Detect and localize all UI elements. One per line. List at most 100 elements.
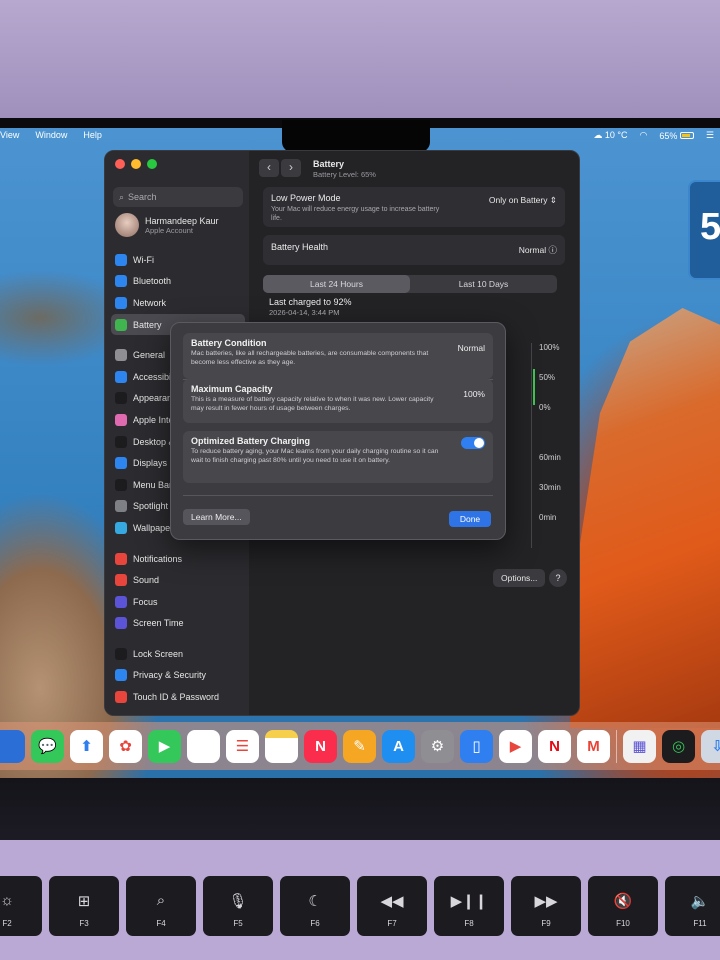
menu-help[interactable]: Help <box>83 130 102 140</box>
menu-window[interactable]: Window <box>35 130 67 140</box>
app-store-icon[interactable]: A <box>382 730 415 763</box>
info-icon[interactable]: ⓘ <box>548 245 557 255</box>
sidebar-item-touch-id-password[interactable]: Touch ID & Password <box>111 686 245 708</box>
sidebar-item-wi-fi[interactable]: Wi-Fi <box>111 249 245 271</box>
key-f8[interactable]: ▶❙❙ F8 <box>434 876 504 936</box>
sidebar-item-label: Privacy & Security <box>133 670 207 681</box>
key-f3[interactable]: ⊞ F3 <box>49 876 119 936</box>
search-input[interactable]: ⌕ Search <box>113 187 243 207</box>
gmail-icon[interactable]: M <box>577 730 610 763</box>
time-range-tabs: Last 24 Hours Last 10 Days <box>263 275 557 293</box>
sidebar-item-icon <box>115 552 127 565</box>
key-f2[interactable]: ☼ F2 <box>0 876 42 936</box>
reminders-icon[interactable]: ☰ <box>226 730 259 763</box>
sidebar-item-label: Network <box>133 297 167 308</box>
sidebar-item-notifications[interactable]: Notifications <box>111 548 245 570</box>
wifi-icon[interactable]: ◠ <box>640 130 648 141</box>
key-f7[interactable]: ◀◀ F7 <box>357 876 427 936</box>
system-settings-icon[interactable]: ⚙ <box>421 730 454 763</box>
options-button[interactable]: Options... <box>493 569 546 587</box>
battery-health-row[interactable]: Battery Health Normal ⓘ <box>263 235 565 265</box>
battery-condition-title: Battery Condition <box>191 338 267 348</box>
key-f10[interactable]: 🔇 F10 <box>588 876 658 936</box>
sidebar-item-icon <box>115 253 127 266</box>
tab-last-24-hours[interactable]: Last 24 Hours <box>263 275 410 293</box>
sidebar-item-screen-time[interactable]: Screen Time <box>111 613 245 635</box>
sidebar-item-label: Battery <box>133 319 162 330</box>
function-keys: ☼ F2 ⊞ F3 ⌕ F4 🎙 F5 ☾ F6 ◀◀ F7 ▶❙❙ F8 ▶▶ F9 🔇 F10 🔈 F11 <box>0 876 720 936</box>
notes-icon[interactable] <box>265 730 298 763</box>
app-folder-icon[interactable]: ▦ <box>623 730 656 763</box>
desktop-widget[interactable]: 5 <box>688 180 720 280</box>
sidebar-item-label: Wi-Fi <box>133 254 154 265</box>
optimized-charging-row: Optimized Battery Charging To reduce bat… <box>183 431 493 483</box>
key-label: F9 <box>541 919 551 928</box>
sidebar-item-lock-screen[interactable]: Lock Screen <box>111 643 245 665</box>
key-f5[interactable]: 🎙 F5 <box>203 876 273 936</box>
key-glyph-icon: ⌕ <box>156 892 166 909</box>
sidebar-item-icon <box>115 435 127 448</box>
low-power-select[interactable]: Only on Battery ⇕ <box>489 195 557 206</box>
weather-status[interactable]: ☁ 10 °C <box>593 130 627 141</box>
learn-more-button[interactable]: Learn More... <box>183 509 250 525</box>
divider <box>183 495 493 496</box>
key-f9[interactable]: ▶▶ F9 <box>511 876 581 936</box>
sidebar-item-label: Spotlight <box>133 501 169 512</box>
battery-status[interactable]: 65% <box>659 131 694 141</box>
sidebar-item-label: Screen Time <box>133 618 184 629</box>
key-label: F11 <box>693 919 707 928</box>
downloads-icon[interactable]: ⇩ <box>701 730 720 763</box>
axis-label-30min: 30min <box>539 483 561 492</box>
control-center-icon[interactable]: ☰ <box>706 130 714 141</box>
last-charged-date: 2026-04-14, 3:44 PM <box>269 308 340 317</box>
sidebar-item-bluetooth[interactable]: Bluetooth <box>111 271 245 293</box>
forward-button[interactable]: › <box>281 159 301 177</box>
sidebar-item-icon <box>115 500 127 513</box>
key-label: F6 <box>310 919 320 928</box>
optimized-charging-toggle[interactable] <box>461 437 485 449</box>
sidebar-item-label: Lock Screen <box>133 648 184 659</box>
dock-app-icon[interactable] <box>0 730 25 763</box>
key-label: F4 <box>156 919 166 928</box>
axis-label-0min: 0min <box>539 513 557 522</box>
news-icon[interactable]: N <box>304 730 337 763</box>
apple-account[interactable]: Harmandeep Kaur Apple Account <box>115 213 219 237</box>
photos-icon[interactable]: ✿ <box>109 730 142 763</box>
facetime-icon[interactable]: ▶ <box>148 730 181 763</box>
optimized-charging-title: Optimized Battery Charging <box>191 436 311 446</box>
sidebar-item-label: Desktop & <box>133 436 175 447</box>
sidebar-item-label: Accessibi <box>133 371 172 382</box>
messages-icon[interactable]: 💬 <box>31 730 64 763</box>
activity-icon[interactable]: ◎ <box>662 730 695 763</box>
freeform-icon[interactable]: ✎ <box>343 730 376 763</box>
key-f11[interactable]: 🔈 F11 <box>665 876 720 936</box>
sidebar-item-label: Notifications <box>133 553 183 564</box>
help-button[interactable]: ? <box>549 569 567 587</box>
sidebar-item-sound[interactable]: Sound <box>111 569 245 591</box>
maps-icon[interactable]: ⬆ <box>70 730 103 763</box>
key-f4[interactable]: ⌕ F4 <box>126 876 196 936</box>
close-button[interactable] <box>115 159 125 169</box>
zoom-button[interactable] <box>147 159 157 169</box>
key-glyph-icon: 🔇 <box>613 893 633 910</box>
netflix-icon[interactable]: N <box>538 730 571 763</box>
menu-view[interactable]: View <box>0 130 19 140</box>
sidebar-item-focus[interactable]: Focus <box>111 591 245 613</box>
navigation: ‹ › <box>259 159 301 177</box>
sidebar-item-privacy-security[interactable]: Privacy & Security <box>111 665 245 687</box>
done-button[interactable]: Done <box>449 511 491 527</box>
battery-health-label: Battery Health <box>271 242 329 252</box>
calendar-icon[interactable]: 8 <box>187 730 220 763</box>
tab-last-10-days[interactable]: Last 10 Days <box>410 275 557 293</box>
avatar <box>115 213 139 237</box>
window-controls <box>115 159 157 169</box>
key-f6[interactable]: ☾ F6 <box>280 876 350 936</box>
sidebar-item-network[interactable]: Network <box>111 292 245 314</box>
iphone-mirroring-icon[interactable]: ▯ <box>460 730 493 763</box>
battery-health-value: Normal ⓘ <box>518 245 557 255</box>
account-subtitle: Apple Account <box>145 225 193 235</box>
search-icon: ⌕ <box>119 191 125 202</box>
back-button[interactable]: ‹ <box>259 159 279 177</box>
minimize-button[interactable] <box>131 159 141 169</box>
youtube-icon[interactable]: ▶ <box>499 730 532 763</box>
